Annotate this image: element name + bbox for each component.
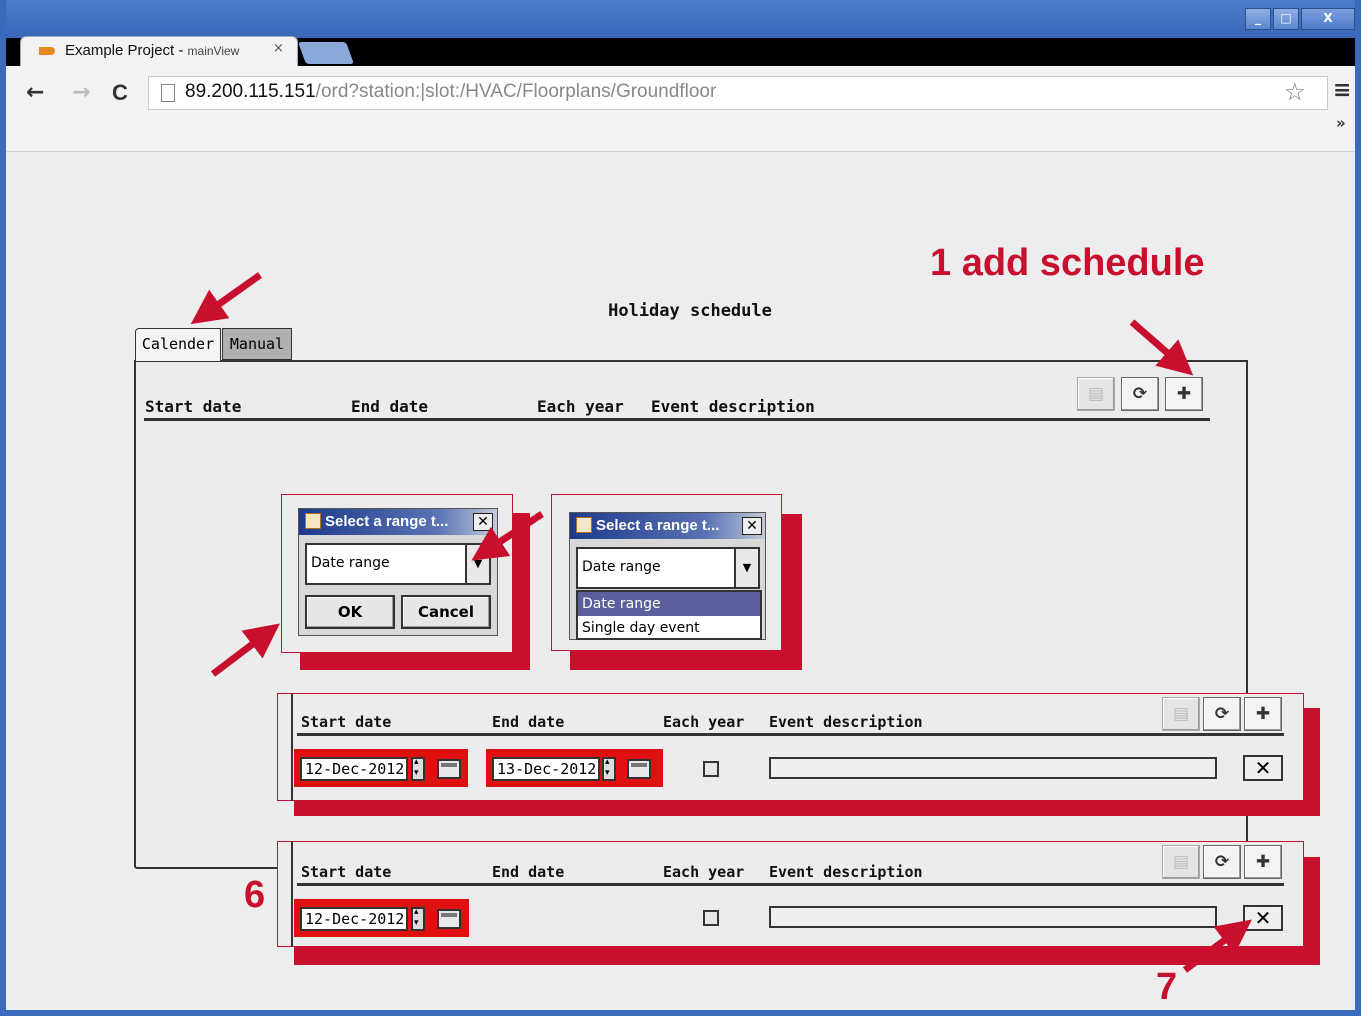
annotation-arrows — [190, 272, 1252, 973]
arrow-to-calender-tab — [190, 272, 263, 325]
arrow-to-delete — [1182, 919, 1252, 973]
arrow-to-add-button — [1129, 319, 1194, 376]
arrow-to-dialog — [210, 623, 280, 677]
arrow-to-combo — [471, 511, 544, 561]
